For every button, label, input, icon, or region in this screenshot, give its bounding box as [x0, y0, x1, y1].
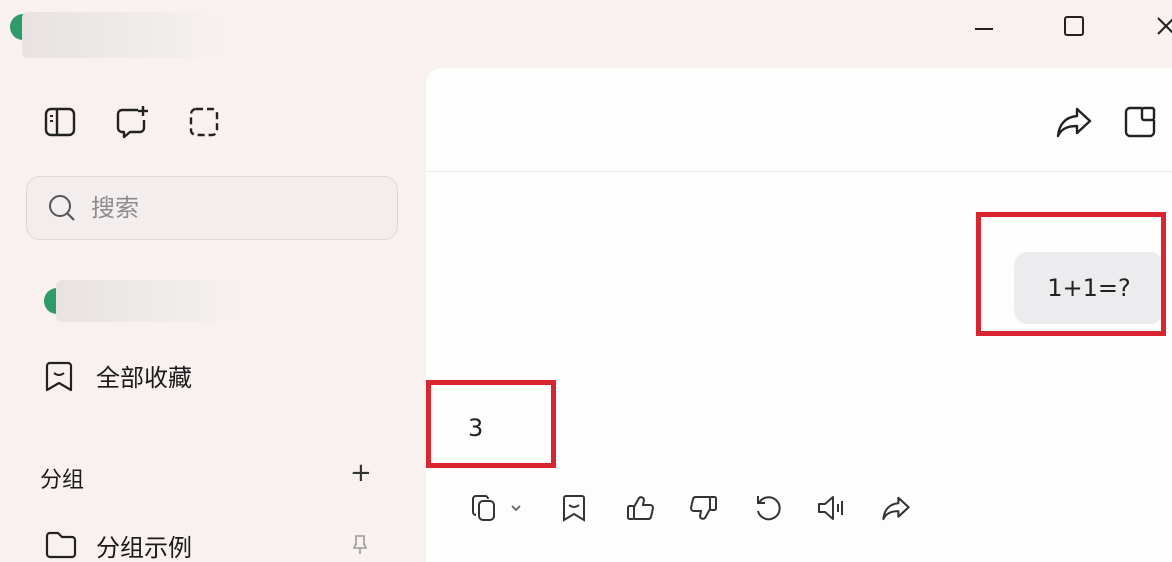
search-box[interactable] [26, 176, 398, 240]
speaker-icon [818, 496, 843, 520]
sidebar-item-label: 全部收藏 [96, 364, 192, 392]
sidebar-item-favorites[interactable]: 全部收藏 [40, 354, 400, 398]
minimize-button[interactable] [964, 6, 1004, 46]
share-icon [1056, 107, 1092, 138]
new-window-icon [1124, 106, 1156, 138]
new-window-button[interactable] [1120, 102, 1160, 142]
like-button[interactable] [622, 490, 658, 526]
bookmark-icon [45, 361, 73, 392]
add-group-button[interactable]: + [350, 458, 372, 488]
sidebar-item-label: 分组示例 [96, 534, 192, 562]
highlight-box-question [976, 212, 1166, 336]
folder-icon [45, 531, 77, 559]
thumbs-up-icon [627, 496, 654, 520]
bookmark-icon [563, 495, 585, 522]
copy-button[interactable] [466, 490, 502, 526]
screenshot-button[interactable] [184, 102, 224, 142]
minimize-icon [975, 28, 993, 30]
sidebar-item-group-example[interactable]: 分组示例 [40, 524, 400, 562]
share-message-button[interactable] [878, 490, 914, 526]
copy-options-button[interactable] [506, 490, 526, 526]
pin-icon[interactable] [352, 534, 368, 556]
header-divider [426, 171, 1172, 172]
copy-dropdown-icon [511, 505, 521, 512]
maximize-button[interactable] [1054, 6, 1094, 46]
close-icon [1157, 17, 1172, 35]
group-section-label: 分组 [40, 468, 85, 493]
copy-icon [472, 495, 495, 521]
sidebar-toggle-icon [44, 107, 76, 137]
regenerate-icon [757, 496, 781, 521]
sidebar-toggle-button[interactable] [40, 102, 80, 142]
new-chat-icon [116, 106, 148, 139]
search-input[interactable] [89, 193, 373, 223]
new-chat-button[interactable] [112, 102, 152, 142]
window-title [22, 12, 228, 58]
highlight-box-answer [426, 380, 556, 468]
dislike-button[interactable] [686, 490, 722, 526]
chat-panel: 1+1=? 3 [426, 68, 1172, 562]
screenshot-icon [189, 107, 219, 137]
maximize-icon [1064, 16, 1084, 36]
bookmark-button[interactable] [556, 490, 592, 526]
regenerate-button[interactable] [750, 490, 786, 526]
share-icon [882, 496, 910, 521]
close-button[interactable] [1146, 6, 1172, 46]
share-button[interactable] [1054, 102, 1094, 142]
search-icon [49, 195, 75, 221]
account-name [56, 280, 244, 322]
thumbs-down-icon [690, 496, 717, 520]
read-aloud-button[interactable] [814, 490, 850, 526]
